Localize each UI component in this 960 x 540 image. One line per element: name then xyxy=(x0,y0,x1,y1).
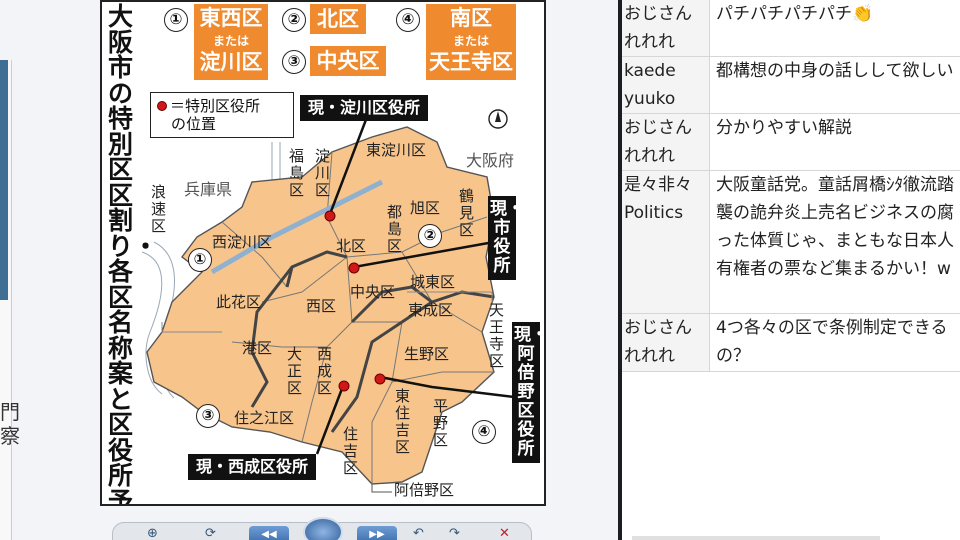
area-miyakojima: 都島区 xyxy=(386,203,402,255)
chat-username: kaede yuuko xyxy=(622,57,710,113)
rotate-right-icon[interactable]: ↷ xyxy=(449,525,460,540)
chat-scrollbar[interactable] xyxy=(632,536,880,540)
area-number-3: ③ xyxy=(196,404,220,428)
area-nishiyodogawa: 西淀川区 xyxy=(212,233,273,251)
legend-line-2: の位置 xyxy=(171,115,217,133)
chat-message: 4つ各々の区で条例制定できるの？ xyxy=(716,318,948,366)
ward-option-number-3: ③ xyxy=(282,50,306,74)
ward-option-3-name: 中央区 xyxy=(316,49,380,73)
map-legend: ＝特別区役所 の位置 xyxy=(150,92,294,138)
office-label-abeno: 現・阿倍野区役所 xyxy=(512,322,544,463)
area-fukushima: 福島区 xyxy=(288,147,304,199)
viewer-toolbar: ⊕ ⟳ ◀◀ ▶▶ ↶ ↷ ✕ xyxy=(112,517,532,540)
rotate-left-icon[interactable]: ↶ xyxy=(413,525,424,540)
area-kita: 北区 xyxy=(336,237,367,255)
area-suminoe: 住之江区 xyxy=(234,409,295,427)
area-number-2: ② xyxy=(418,224,442,248)
map-image: 大阪市の特別区区割り・各区名称案と区役所予定地 ① 東西区 または 淀川区 ② … xyxy=(100,0,546,506)
next-button[interactable]: ▶▶ xyxy=(357,526,397,540)
ward-option-3: 中央区 xyxy=(310,46,386,76)
chat-message: 都構想の中身の話しして欲しい xyxy=(716,61,954,81)
background-window-edge: 門察 xyxy=(0,60,20,540)
chat-username: おじさんれれれ xyxy=(622,0,710,56)
window-text-fragment: 門察 xyxy=(0,400,20,448)
area-yodogawa: 淀川区 xyxy=(314,147,330,199)
area-tennoji: 天王寺区 xyxy=(488,301,504,370)
ward-option-2-name: 北区 xyxy=(317,7,359,31)
area-sumiyoshi: 住吉区 xyxy=(342,425,358,477)
office-label-city-hall: 現・市役所 xyxy=(488,196,524,280)
map-title: 大阪市の特別区区割り・各区名称案と区役所予定地 xyxy=(108,2,159,506)
rotate-icon[interactable]: ⟳ xyxy=(205,525,216,540)
area-higashinari: 東成区 xyxy=(408,301,454,319)
area-chuo: 中央区 xyxy=(350,283,396,301)
area-joto: 城東区 xyxy=(410,273,456,291)
window-accent-strip xyxy=(0,60,8,300)
ward-option-4: 南区 または 天王寺区 xyxy=(426,4,516,80)
office-dot-icon xyxy=(157,101,167,111)
area-higashisumiyoshi: 東住吉区 xyxy=(394,387,410,456)
ward-option-1: 東西区 または 淀川区 xyxy=(194,4,268,80)
chat-username: おじさんれれれ xyxy=(622,114,710,170)
chat-row: おじさんれれれ 分かりやすい解説 xyxy=(622,114,960,171)
area-hirano: 平野区 xyxy=(432,397,448,449)
chat-row: おじさんれれれ パチパチパチパチ👏 xyxy=(622,0,960,57)
ward-option-number-2: ② xyxy=(282,8,306,32)
ward-option-4-alt-name: 天王寺区 xyxy=(429,50,513,74)
ward-option-1-name: 東西区 xyxy=(199,6,263,30)
chat-row: kaede yuuko 都構想の中身の話しして欲しい xyxy=(622,57,960,114)
area-higashiyodogawa: 東淀川区 xyxy=(366,141,427,159)
chat-message: パチパチパチパチ👏 xyxy=(716,4,874,24)
area-minato: 港区 xyxy=(242,339,273,357)
ward-option-1-alt-text: または xyxy=(212,34,249,48)
ward-option-2: 北区 xyxy=(310,4,366,34)
chat-username: 是々非々 Politics xyxy=(622,171,710,313)
chat-empty-area xyxy=(622,372,960,540)
slideshow-button[interactable] xyxy=(303,517,343,540)
north-arrow-icon xyxy=(488,109,508,129)
previous-button[interactable]: ◀◀ xyxy=(249,526,289,540)
ward-option-number-4: ④ xyxy=(396,8,420,32)
area-nishi: 西区 xyxy=(306,297,337,315)
area-asahi: 旭区 xyxy=(410,199,441,217)
office-label-yodogawa: 現・淀川区役所 xyxy=(300,95,429,121)
ward-option-1-alt-name: 淀川区 xyxy=(199,50,263,74)
chat-message: 分かりやすい解説 xyxy=(716,118,852,138)
area-nishinari: 西成区 xyxy=(316,345,332,397)
region-osaka-pref: 大阪府 xyxy=(466,151,515,170)
zoom-icon[interactable]: ⊕ xyxy=(147,525,158,540)
area-naniwa: 浪速区 xyxy=(150,183,166,235)
area-abeno: 阿倍野区 xyxy=(394,481,455,499)
chat-panel: おじさんれれれ パチパチパチパチ👏 kaede yuuko 都構想の中身の話しし… xyxy=(622,0,960,540)
ward-option-number-1: ① xyxy=(164,8,188,32)
ward-option-4-alt-text: または xyxy=(452,34,489,48)
area-konohana: 此花区 xyxy=(216,293,262,311)
region-hyogo: 兵庫県 xyxy=(184,180,233,199)
chat-row: 是々非々 Politics 大阪童話党。童話屑橋ｼﾀ徹流踏襲の詭弁炎上売名ビジネ… xyxy=(622,171,960,314)
area-taisho: 大正区 xyxy=(286,345,302,397)
area-tsurumi: 鶴見区 xyxy=(458,187,474,239)
chat-row: おじさんれれれ 4つ各々の区で条例制定できるの？ xyxy=(622,314,960,372)
area-number-1: ① xyxy=(188,248,212,272)
ward-option-4-name: 南区 xyxy=(450,6,492,30)
chat-username: おじさんれれれ xyxy=(622,314,710,371)
legend-line-1: ＝特別区役所 xyxy=(170,97,261,115)
area-number-4: ④ xyxy=(472,420,496,444)
area-ikuno: 生野区 xyxy=(404,345,450,363)
delete-icon[interactable]: ✕ xyxy=(499,525,510,540)
office-label-nishinari: 現・西成区役所 xyxy=(188,454,317,480)
chat-message: 大阪童話党。童話屑橋ｼﾀ徹流踏襲の詭弁炎上売名ビジネスの腐った体質じゃ、まともな… xyxy=(716,175,954,279)
